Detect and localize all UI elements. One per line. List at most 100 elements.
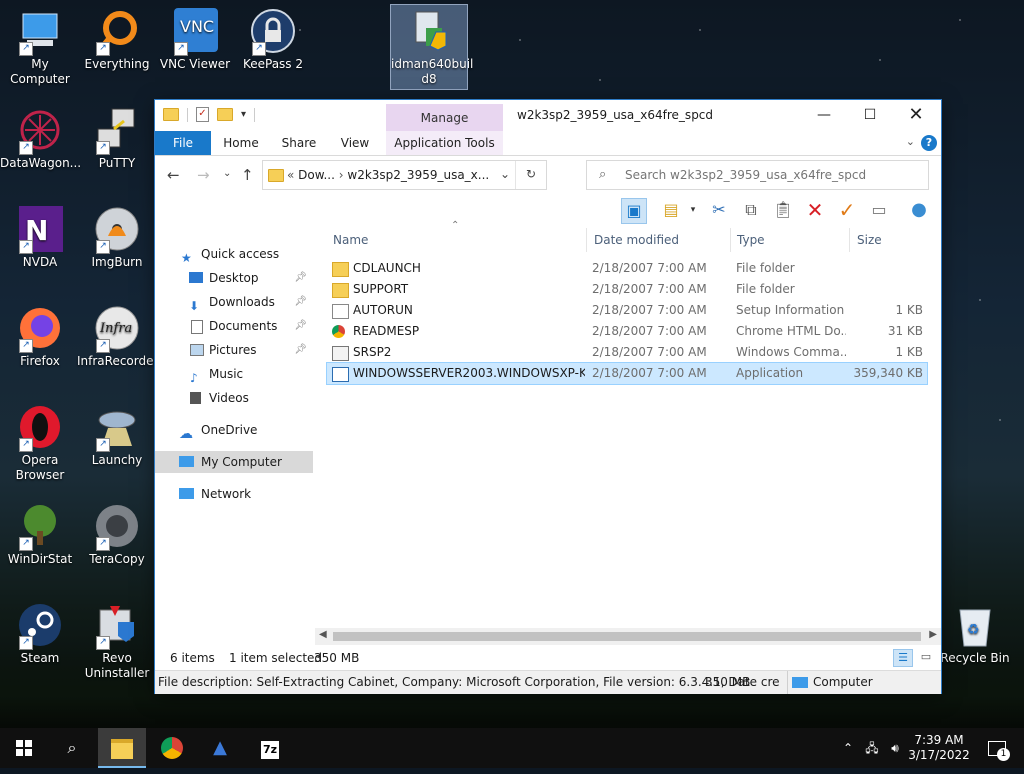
folder-icon[interactable] (163, 108, 179, 121)
checkmark-icon[interactable]: ✓ (835, 198, 859, 222)
taskbar-file-explorer[interactable] (98, 728, 146, 768)
new-folder-dropdown-icon[interactable]: ▤ (659, 198, 683, 222)
desktop-icon-vnc-viewer[interactable]: VNC ↗ VNC Viewer (155, 8, 235, 72)
properties-icon[interactable]: ✓ (196, 107, 209, 122)
details-view-icon[interactable]: ☰ (893, 649, 913, 667)
tab-application-tools[interactable]: Application Tools (386, 131, 503, 155)
nav-documents[interactable]: Documents 📌︎ (155, 315, 313, 337)
file-row[interactable]: AUTORUN 2/18/2007 7:00 AM Setup Informat… (327, 300, 927, 321)
pin-icon[interactable]: 📌︎ (294, 339, 307, 361)
file-row[interactable]: CDLAUNCH 2/18/2007 7:00 AM File folder (327, 258, 927, 279)
nav-onedrive[interactable]: ☁ OneDrive (155, 419, 313, 442)
new-folder-icon[interactable] (217, 108, 233, 121)
dropdown-arrow-icon[interactable]: ▾ (681, 198, 705, 222)
start-button[interactable] (0, 728, 48, 768)
taskbar-7zip[interactable]: 7z (246, 728, 294, 768)
address-bar[interactable]: « Dow... › w2k3sp2_3959_usa_x... ⌄ ↻ (262, 160, 547, 190)
taskbar-app[interactable]: ▲ (196, 728, 244, 768)
recent-locations-icon[interactable]: ⌄ (223, 168, 231, 179)
column-header-size[interactable]: Size (857, 228, 882, 252)
search-box[interactable]: ⌕ (586, 160, 929, 190)
title-bar[interactable]: ✓ ▾ Manage w2k3sp2_3959_usa_x64fre_spcd … (155, 100, 941, 131)
desktop-icon-infrarecorder[interactable]: Infra ↗ InfraRecorder (77, 305, 158, 369)
file-row[interactable]: SUPPORT 2/18/2007 7:00 AM File folder (327, 279, 927, 300)
rename-icon[interactable]: ▭ (867, 198, 891, 222)
desktop-icon-teracopy[interactable]: ↗ TeraCopy (77, 503, 157, 567)
desktop-icon-putty[interactable]: ↗ PuTTY (77, 107, 157, 171)
manage-tab[interactable]: Manage (386, 104, 503, 131)
desktop-icon-launchy[interactable]: ↗ Launchy (77, 404, 157, 468)
close-button[interactable]: ✕ (893, 100, 939, 131)
tab-share[interactable]: Share (273, 131, 325, 155)
up-arrow-icon[interactable]: ↑ (241, 166, 254, 184)
tab-view[interactable]: View (331, 131, 379, 155)
search-taskbar-icon[interactable]: ⌕ (48, 728, 96, 768)
nav-quick-access[interactable]: ★ Quick access (155, 243, 313, 265)
scroll-left-icon[interactable]: ◀ (319, 629, 327, 640)
maximize-button[interactable]: ☐ (847, 100, 893, 131)
breadcrumb-downloads[interactable]: Dow... (298, 168, 335, 182)
copy-icon[interactable]: ⧉ (739, 198, 763, 222)
desktop-icon-revo[interactable]: ↗ Revo Uninstaller (77, 602, 157, 681)
desktop-icon-datawagon[interactable]: ↗ DataWagon... (0, 107, 81, 171)
cut-icon[interactable]: ✂ (707, 198, 731, 222)
clock[interactable]: 7:39 AM 3/17/2022 (905, 728, 973, 773)
nav-videos[interactable]: Videos (155, 387, 313, 409)
nav-network[interactable]: Network (155, 483, 313, 505)
column-header-date[interactable]: Date modified (594, 228, 679, 252)
desktop-icon-firefox[interactable]: ↗ Firefox (0, 305, 80, 369)
globe-icon[interactable]: ● (907, 198, 931, 222)
desktop-icon-my-computer[interactable]: ↗ My Computer (0, 8, 80, 87)
desktop-icon-nvda[interactable]: N ↗ NVDA (0, 206, 80, 270)
customize-qat-icon[interactable]: ▾ (241, 109, 246, 120)
column-header-type[interactable]: Type (737, 228, 765, 252)
desktop-icon-recycle-bin[interactable]: ♻ Recycle Bin (935, 602, 1015, 666)
minimize-button[interactable]: — (801, 100, 847, 131)
nav-my-computer[interactable]: My Computer (155, 451, 313, 473)
desktop-icon-opera[interactable]: ↗ Opera Browser (0, 404, 80, 483)
breadcrumb-current[interactable]: w2k3sp2_3959_usa_x... (347, 168, 489, 182)
help-icon[interactable]: ? (921, 135, 937, 151)
tab-file[interactable]: File (155, 131, 211, 155)
desktop-icon-steam[interactable]: ↗ Steam (0, 602, 80, 666)
pin-icon[interactable]: 📌︎ (294, 291, 307, 313)
desktop-icon-idman[interactable]: idman640buil d8 (390, 4, 473, 90)
pin-icon[interactable]: 📌︎ (294, 267, 307, 289)
refresh-icon[interactable]: ↻ (515, 161, 546, 189)
tab-home[interactable]: Home (215, 131, 267, 155)
scroll-right-icon[interactable]: ▶ (929, 629, 937, 640)
file-row-selected[interactable]: WINDOWSSERVER2003.WINDOWSXP-KB... 2/18/2… (326, 362, 928, 385)
scrollbar-thumb[interactable] (333, 632, 921, 641)
horizontal-scrollbar[interactable]: ◀ ▶ (315, 628, 941, 645)
ribbon-expand-icon[interactable]: ⌄ (906, 135, 915, 148)
volume-icon[interactable]: 🔊︎ (884, 728, 906, 768)
nav-music[interactable]: ♪ Music (155, 363, 313, 385)
nav-downloads[interactable]: ⬇ Downloads 📌︎ (155, 291, 313, 313)
sort-ascending-icon: ⌃ (451, 220, 460, 231)
desktop-icon-imgburn[interactable]: ↗ ImgBurn (77, 206, 157, 270)
back-arrow-icon[interactable]: ← (167, 166, 180, 184)
network-tray-icon[interactable]: 🖧︎ (862, 728, 882, 768)
address-dropdown-icon[interactable]: ⌄ (500, 167, 510, 181)
file-row[interactable]: READMESP 2/18/2007 7:00 AM Chrome HTML D… (327, 321, 927, 342)
nav-desktop[interactable]: Desktop 📌︎ (155, 267, 313, 289)
datawagon-icon: ↗ (17, 107, 63, 155)
desktop-icon-everything[interactable]: ↗ Everything (77, 8, 157, 72)
search-input[interactable] (623, 167, 917, 183)
pin-icon[interactable]: 📌︎ (294, 315, 307, 337)
desktop-icon-keepass[interactable]: ↗ KeePass 2 (233, 8, 313, 72)
file-row[interactable]: SRSP2 2/18/2007 7:00 AM Windows Comma...… (327, 342, 927, 363)
nav-pictures[interactable]: Pictures 📌︎ (155, 339, 313, 361)
taskbar-chrome[interactable] (148, 728, 196, 768)
file-list: ⌃ Name Date modified Type Size CDLAUNCH … (326, 220, 933, 628)
notification-center-icon[interactable]: 1 (982, 728, 1012, 768)
explorer-window[interactable]: ✓ ▾ Manage w2k3sp2_3959_usa_x64fre_spcd … (155, 100, 941, 694)
delete-icon[interactable]: ✕ (803, 198, 827, 222)
forward-arrow-icon[interactable]: → (197, 166, 210, 184)
preview-pane-icon[interactable]: ▣ (621, 198, 647, 224)
paste-icon[interactable]: 📋︎ (771, 198, 795, 222)
large-icons-view-icon[interactable]: ▭ (917, 649, 935, 665)
tray-overflow-icon[interactable]: ⌃ (838, 728, 858, 768)
desktop-icon-windirstat[interactable]: ↗ WinDirStat (0, 503, 80, 567)
column-header-name[interactable]: Name (333, 228, 368, 252)
